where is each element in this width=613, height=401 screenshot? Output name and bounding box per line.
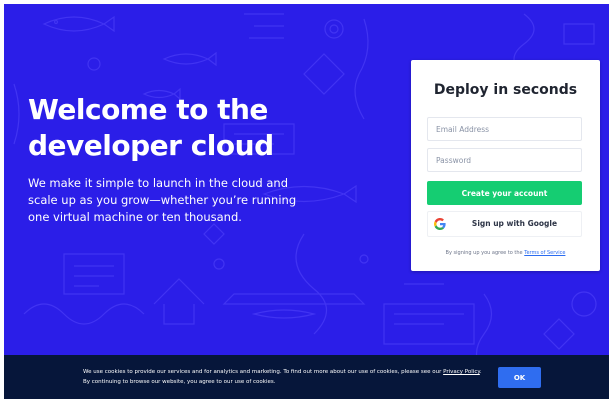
terms-of-service-link[interactable]: Terms of Service: [524, 250, 565, 256]
google-g-icon: [434, 218, 446, 230]
cookie-banner: We use cookies to provide our services a…: [4, 355, 609, 399]
privacy-policy-link[interactable]: Privacy Policy: [443, 369, 480, 375]
hero-subtitle: We make it simple to launch in the cloud…: [28, 176, 297, 224]
google-signup-button[interactable]: Sign up with Google: [427, 211, 582, 237]
create-account-button[interactable]: Create your account: [427, 181, 582, 205]
google-signup-label: Sign up with Google: [471, 219, 558, 228]
cookie-banner-text: We use cookies to provide our services a…: [83, 368, 488, 387]
signup-card: Deploy in seconds Create your account Si…: [411, 60, 600, 271]
terms-prefix: By signing up you agree to the: [445, 250, 525, 256]
landing-page: Welcome to the developer cloud We make i…: [4, 4, 609, 399]
terms-notice: By signing up you agree to the Terms of …: [411, 250, 600, 256]
hero-title: Welcome to the developer cloud: [28, 93, 274, 162]
cookie-ok-button[interactable]: OK: [498, 367, 541, 388]
password-field[interactable]: [427, 148, 582, 172]
signup-card-title: Deploy in seconds: [433, 82, 578, 98]
cookie-text-part1: We use cookies to provide our services a…: [83, 369, 444, 375]
email-field[interactable]: [427, 117, 582, 141]
